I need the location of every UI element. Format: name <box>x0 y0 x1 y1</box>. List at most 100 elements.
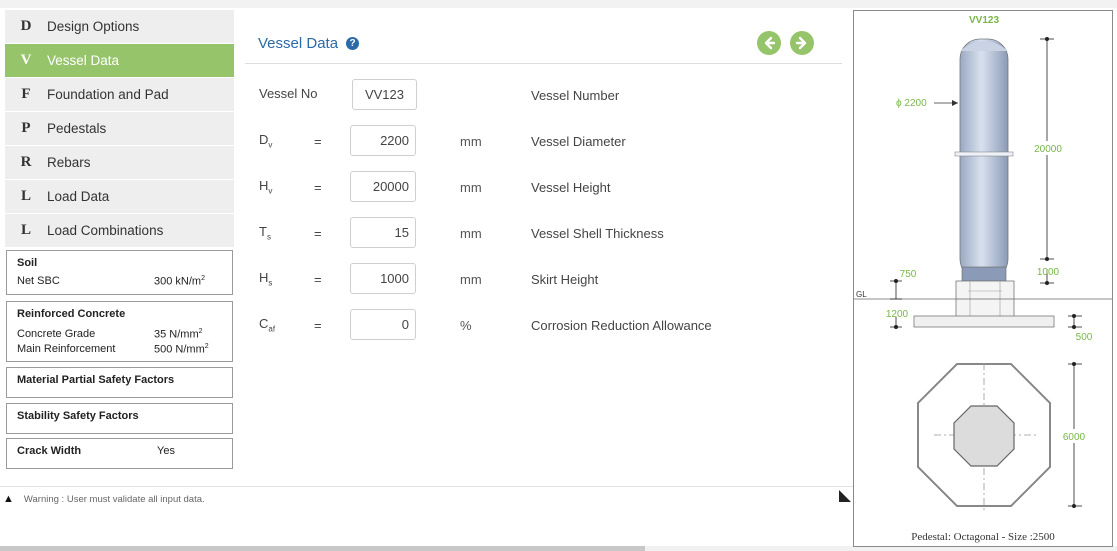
sidebar-item-foundation-and-pad[interactable]: F Foundation and Pad <box>5 78 234 111</box>
sidebar-item-label: Vessel Data <box>47 53 120 68</box>
horizontal-scrollbar-thumb[interactable] <box>0 546 645 551</box>
nav-letter: V <box>20 52 32 68</box>
concrete-title: Reinforced Concrete <box>17 308 126 320</box>
crack-width-box[interactable]: Crack Width Yes <box>6 438 233 469</box>
vessel-number-description: Vessel Number <box>531 88 620 103</box>
reinforced-concrete-box[interactable]: Reinforced Concrete Concrete Grade 35 N/… <box>6 301 233 362</box>
vessel-no-label: Vessel No <box>259 86 318 101</box>
nav-letter: L <box>20 188 31 204</box>
concrete-grade-label: Concrete Grade <box>17 328 96 340</box>
hv-equals: = <box>314 180 322 195</box>
nav-letter: F <box>21 86 31 102</box>
page-title-text: Vessel Data <box>258 35 339 52</box>
title-divider <box>245 63 842 64</box>
arrow-right-icon <box>795 36 807 50</box>
next-button[interactable] <box>790 31 814 55</box>
crack-width-title: Crack Width <box>17 445 82 457</box>
sidebar-item-label: Rebars <box>47 155 91 170</box>
sidebar-item-load-data[interactable]: L Load Data <box>5 180 234 213</box>
nav-letter: D <box>20 18 32 34</box>
hv-label: Hv <box>259 178 273 196</box>
hs-label: Hs <box>259 270 273 288</box>
pad-thickness-label: 500 <box>1076 332 1093 343</box>
bottom-divider <box>0 486 855 487</box>
warning-bar: ▲ Warning : User must validate all input… <box>3 493 205 505</box>
sidebar-item-label: Load Combinations <box>47 223 164 238</box>
ts-equals: = <box>314 226 322 241</box>
pad-depth-label: 1200 <box>886 309 909 320</box>
vessel-body <box>959 38 1009 280</box>
footing-size-label: 6000 <box>1063 432 1086 443</box>
hs-equals: = <box>314 272 322 287</box>
skirt-label: 1000 <box>1037 267 1060 278</box>
corrosion-allowance-description: Corrosion Reduction Allowance <box>531 318 712 333</box>
caf-unit: % <box>460 318 472 333</box>
foundation-pad <box>913 315 1055 328</box>
sidebar: D Design Options V Vessel Data F Foundat… <box>5 10 234 248</box>
sidebar-item-vessel-data[interactable]: V Vessel Data <box>5 44 234 77</box>
ground-level-label: GL <box>856 290 867 299</box>
material-safety-factors-title: Material Partial Safety Factors <box>17 374 175 386</box>
crack-width-value: Yes <box>157 445 175 457</box>
resize-handle-icon[interactable] <box>838 489 852 503</box>
hv-unit: mm <box>460 180 482 195</box>
diameter-arrow-icon <box>952 100 958 106</box>
pedestal-height-label: 750 <box>900 269 917 280</box>
skirt-height-description: Skirt Height <box>531 272 599 287</box>
sidebar-item-rebars[interactable]: R Rebars <box>5 146 234 179</box>
dv-unit: mm <box>460 134 482 149</box>
vessel-diameter-input[interactable] <box>350 125 416 156</box>
sidebar-item-label: Pedestals <box>47 121 107 136</box>
arrow-left-icon <box>764 36 776 50</box>
stability-safety-factors-box[interactable]: Stability Safety Factors <box>6 403 233 434</box>
vessel-skirt <box>961 266 1007 282</box>
concrete-grade-value: 35 N/mm2 <box>154 328 203 341</box>
caf-equals: = <box>314 318 322 333</box>
vessel-height-description: Vessel Height <box>531 180 611 195</box>
vessel-drawing-panel: VV123 ϕ 2200 20000 1000 GL 750 1200 500 … <box>853 10 1113 547</box>
net-sbc-value: 300 kN/m2 <box>154 275 205 288</box>
sidebar-item-design-options[interactable]: D Design Options <box>5 10 234 43</box>
drawing-caption: Pedestal: Octagonal - Size :2500 <box>911 531 1055 543</box>
diameter-label: ϕ 2200 <box>896 98 927 109</box>
vessel-height-input[interactable] <box>350 171 416 202</box>
main-reinforcement-label: Main Reinforcement <box>17 342 116 355</box>
page-title: Vessel Data ? <box>258 35 360 52</box>
sidebar-item-label: Load Data <box>47 189 110 204</box>
vessel-label: VV123 <box>969 15 999 26</box>
nav-letter: L <box>20 222 31 238</box>
ts-unit: mm <box>460 226 482 241</box>
dv-equals: = <box>314 134 322 149</box>
material-safety-factors-box[interactable]: Material Partial Safety Factors <box>6 367 233 398</box>
sidebar-item-label: Design Options <box>47 19 140 34</box>
dv-label: Dv <box>259 132 273 150</box>
ts-label: Ts <box>259 224 271 242</box>
warning-text: Warning : User must validate all input d… <box>23 493 205 505</box>
warning-icon: ▲ <box>3 493 14 505</box>
soil-box[interactable]: Soil Net SBC 300 kN/m2 <box>6 250 233 295</box>
help-icon[interactable]: ? <box>346 37 360 50</box>
nav-letter: R <box>20 154 32 170</box>
vessel-band <box>954 151 1014 157</box>
previous-button[interactable] <box>757 31 781 55</box>
vessel-top-cap <box>960 41 1008 51</box>
height-label: 20000 <box>1034 144 1062 155</box>
nav-letter: P <box>21 120 31 136</box>
shell-thickness-input[interactable] <box>350 217 416 248</box>
hs-unit: mm <box>460 272 482 287</box>
vessel-diameter-description: Vessel Diameter <box>531 134 626 149</box>
soil-title: Soil <box>17 257 38 269</box>
pedestal-plan <box>953 405 1015 467</box>
skirt-height-input[interactable] <box>350 263 416 294</box>
sidebar-item-load-combinations[interactable]: L Load Combinations <box>5 214 234 247</box>
vessel-no-input[interactable] <box>352 79 417 110</box>
vessel-drawing: VV123 ϕ 2200 20000 1000 GL 750 1200 500 … <box>854 15 1112 511</box>
sidebar-item-pedestals[interactable]: P Pedestals <box>5 112 234 145</box>
stability-safety-factors-title: Stability Safety Factors <box>17 410 139 422</box>
shell-thickness-description: Vessel Shell Thickness <box>531 226 664 241</box>
corrosion-allowance-input[interactable] <box>350 309 416 340</box>
main-reinforcement-value: 500 N/mm2 <box>154 342 209 356</box>
net-sbc-label: Net SBC <box>17 275 60 287</box>
sidebar-item-label: Foundation and Pad <box>47 87 169 102</box>
top-strip <box>0 0 1117 8</box>
